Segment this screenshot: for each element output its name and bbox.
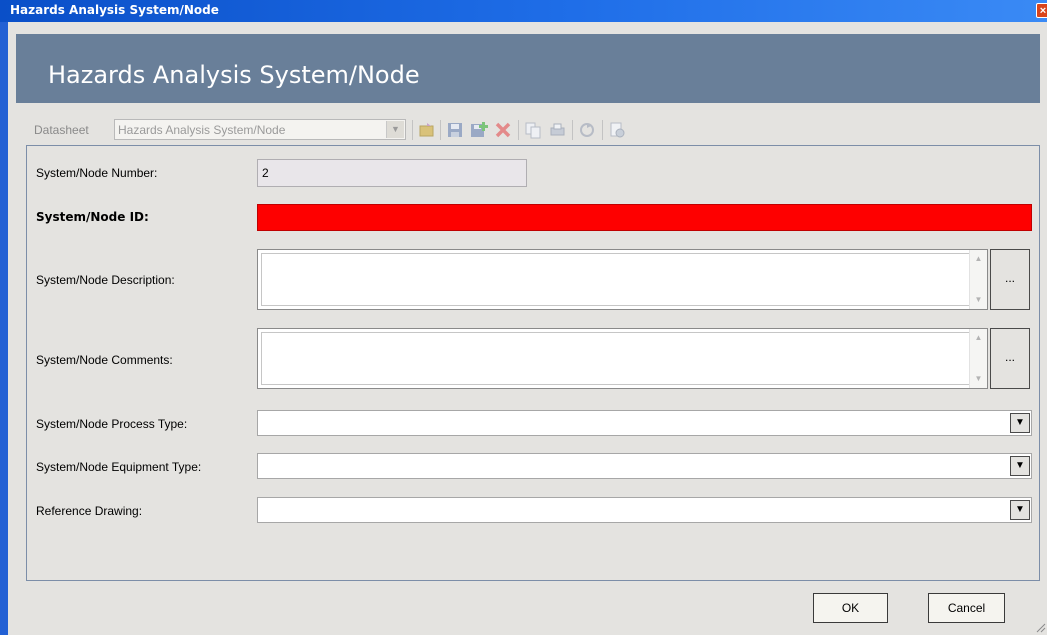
ok-button[interactable]: OK (813, 593, 888, 623)
system-node-id-label: System/Node ID: (36, 210, 149, 224)
chevron-down-icon[interactable]: ▼ (386, 121, 404, 138)
open-icon[interactable] (418, 121, 436, 139)
toolbar-separator (602, 120, 603, 140)
scroll-up-icon[interactable]: ▲ (971, 331, 986, 345)
report-icon[interactable] (608, 121, 626, 139)
system-node-number-field[interactable]: 2 (257, 159, 527, 187)
page-title: Hazards Analysis System/Node (48, 61, 420, 89)
chevron-down-icon[interactable]: ▼ (1010, 413, 1030, 433)
print-icon[interactable] (548, 121, 566, 139)
save-new-icon[interactable] (470, 121, 488, 139)
toolbar-separator (572, 120, 573, 140)
scroll-down-icon[interactable]: ▼ (971, 372, 986, 386)
cancel-button[interactable]: Cancel (928, 593, 1005, 623)
delete-icon[interactable] (494, 121, 512, 139)
datasheet-select[interactable]: Hazards Analysis System/Node ▼ (114, 119, 406, 140)
system-node-description-field[interactable]: ▲ ▼ (257, 249, 988, 310)
comments-scrollbar[interactable]: ▲ ▼ (969, 329, 987, 388)
toolbar-separator (440, 120, 441, 140)
equipment-type-label: System/Node Equipment Type: (36, 460, 202, 474)
scroll-up-icon[interactable]: ▲ (971, 252, 986, 266)
header-band: Hazards Analysis System/Node (16, 34, 1040, 103)
window-title-bar: Hazards Analysis System/Node × (0, 0, 1047, 22)
process-type-label: System/Node Process Type: (36, 417, 188, 431)
resize-grip-icon[interactable] (1036, 622, 1046, 633)
chevron-down-icon[interactable]: ▼ (1010, 456, 1030, 476)
process-type-select[interactable]: ▼ (257, 410, 1032, 436)
system-node-description-label: System/Node Description: (36, 273, 175, 287)
datasheet-label: Datasheet (34, 123, 89, 137)
scroll-down-icon[interactable]: ▼ (971, 293, 986, 307)
system-node-number-label: System/Node Number: (36, 166, 158, 180)
refresh-icon[interactable] (578, 121, 596, 139)
reference-drawing-label: Reference Drawing: (36, 504, 143, 518)
chevron-down-icon[interactable]: ▼ (1010, 500, 1030, 520)
toolbar: Datasheet Hazards Analysis System/Node ▼ (26, 117, 1036, 143)
window-title: Hazards Analysis System/Node (10, 3, 219, 17)
toolbar-separator (412, 120, 413, 140)
system-node-comments-label: System/Node Comments: (36, 353, 173, 367)
comments-expand-button[interactable]: ... (990, 328, 1030, 389)
description-text-area[interactable] (261, 253, 984, 306)
copy-icon[interactable] (524, 121, 542, 139)
equipment-type-select[interactable]: ▼ (257, 453, 1032, 479)
description-expand-button[interactable]: ... (990, 249, 1030, 310)
comments-text-area[interactable] (261, 332, 984, 385)
toolbar-separator (518, 120, 519, 140)
datasheet-select-value: Hazards Analysis System/Node (118, 123, 286, 137)
description-scrollbar[interactable]: ▲ ▼ (969, 250, 987, 309)
save-icon[interactable] (446, 121, 464, 139)
reference-drawing-select[interactable]: ▼ (257, 497, 1032, 523)
system-node-id-field[interactable] (257, 204, 1032, 231)
system-node-comments-field[interactable]: ▲ ▼ (257, 328, 988, 389)
close-icon[interactable]: × (1036, 3, 1047, 18)
